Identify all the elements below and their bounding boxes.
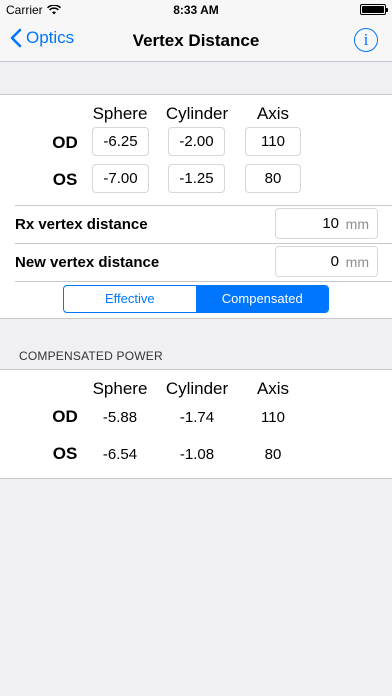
os-cylinder-input[interactable]: -1.25 [168, 164, 225, 193]
info-icon[interactable]: i [354, 28, 378, 52]
od-cylinder-input[interactable]: -2.00 [168, 127, 225, 156]
os-sphere-input[interactable]: -7.00 [92, 164, 149, 193]
result-column-header-sphere: Sphere [92, 379, 148, 398]
column-header-axis: Axis [256, 104, 290, 123]
rx-vertex-unit: mm [345, 216, 369, 232]
rx-vertex-label: Rx vertex distance [15, 216, 148, 233]
rx-vertex-value: 10 [322, 215, 339, 232]
divider [15, 243, 392, 244]
result-section-header: COMPENSATED POWER [19, 349, 163, 363]
column-header-sphere: Sphere [92, 104, 148, 123]
rx-vertex-field[interactable]: 10 mm [275, 208, 378, 239]
result-column-header-cylinder: Cylinder [165, 379, 229, 398]
divider [15, 281, 392, 282]
mode-segmented-control: Effective Compensated [63, 285, 329, 313]
result-od-sphere: -5.88 [102, 409, 138, 426]
page-title: Vertex Distance [132, 31, 260, 50]
od-axis-input[interactable]: 110 [245, 127, 301, 156]
divider [15, 205, 392, 206]
new-vertex-field[interactable]: 0 mm [275, 246, 378, 277]
result-od-axis: 110 [261, 409, 285, 426]
result-os-cylinder: -1.08 [179, 446, 215, 463]
new-vertex-value: 0 [330, 253, 339, 270]
nav-bar: Optics Vertex Distance i [0, 20, 392, 62]
row-label-os: OS [52, 170, 78, 189]
result-od-cylinder: -1.74 [179, 409, 215, 426]
new-vertex-label: New vertex distance [15, 254, 160, 271]
prescription-section: Sphere Cylinder Axis OD -6.25 -2.00 110 … [0, 94, 392, 319]
segment-compensated[interactable]: Compensated [195, 286, 328, 312]
od-sphere-input[interactable]: -6.25 [92, 127, 149, 156]
status-bar: Carrier 8:33 AM [0, 0, 392, 20]
os-axis-input[interactable]: 80 [245, 164, 301, 193]
status-time: 8:33 AM [173, 3, 219, 17]
result-row-label-od: OD [52, 407, 78, 426]
segment-effective[interactable]: Effective [64, 286, 196, 312]
result-os-sphere: -6.54 [102, 446, 138, 463]
row-label-od: OD [52, 133, 78, 152]
result-os-axis: 80 [264, 446, 282, 463]
column-header-cylinder: Cylinder [165, 104, 229, 123]
result-section: Sphere Cylinder Axis OD -5.88 -1.74 110 … [0, 369, 392, 479]
result-row-label-os: OS [52, 444, 78, 463]
result-column-header-axis: Axis [256, 379, 290, 398]
battery-icon [360, 4, 388, 15]
new-vertex-unit: mm [345, 254, 369, 270]
